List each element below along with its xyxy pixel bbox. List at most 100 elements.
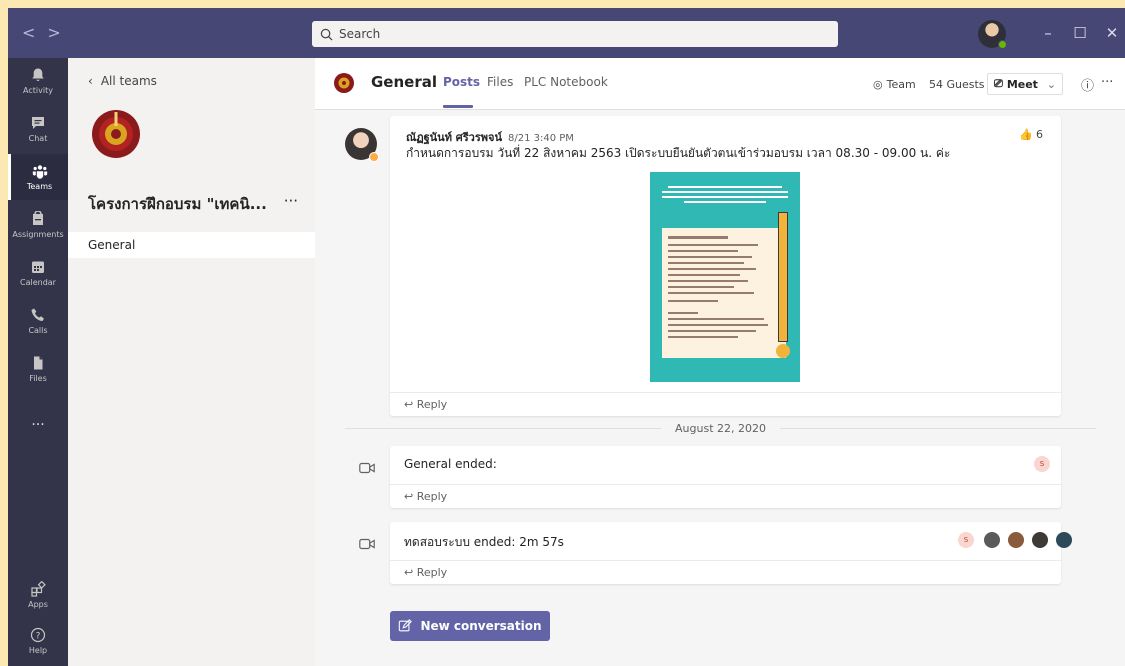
post-timestamp: 8/21 3:40 PM — [507, 133, 574, 144]
bell-icon — [32, 68, 44, 82]
search-icon — [320, 28, 333, 40]
all-teams-link[interactable]: ‹ All teams — [88, 74, 157, 88]
more-icon: ... — [31, 413, 45, 429]
team-name[interactable]: โครงการฝึกอบรม "เทคนิ... ··· — [88, 192, 298, 216]
team-more-icon[interactable]: ··· — [284, 192, 298, 216]
rail-item-calls[interactable]: Calls — [8, 298, 68, 344]
rail-item-files[interactable]: Files — [8, 346, 68, 392]
search-placeholder: Search — [339, 27, 381, 41]
tab-posts[interactable]: Posts — [443, 75, 480, 89]
channel-title: General — [371, 73, 437, 91]
post-author-avatar[interactable] — [345, 128, 379, 162]
file-icon — [34, 356, 43, 370]
rail-item-apps[interactable]: Apps — [8, 572, 68, 618]
apps-icon — [31, 581, 46, 597]
participant-avatar[interactable] — [1056, 532, 1072, 548]
thumbs-up-icon: 👍 — [1019, 128, 1033, 141]
reply-button[interactable]: ↩ Reply — [390, 484, 1061, 508]
reply-label: Reply — [416, 566, 448, 579]
minimize-icon[interactable]: – — [1038, 24, 1058, 42]
close-icon[interactable]: ✕ — [1102, 24, 1122, 42]
rail-label: Calls — [28, 326, 48, 335]
channel-logo — [334, 73, 354, 93]
rail-label: Activity — [23, 86, 53, 95]
poster-dot — [776, 344, 790, 358]
team-logo — [92, 110, 140, 158]
app-rail: Activity Chat Teams Assignments Calendar… — [8, 58, 68, 666]
reply-arrow-icon: ↩ — [404, 490, 414, 503]
rail-item-teams[interactable]: Teams — [8, 154, 68, 200]
poster-schedule — [662, 228, 786, 358]
reply-arrow-icon: ↩ — [404, 566, 414, 579]
participant-avatar[interactable] — [1008, 532, 1024, 548]
date-separator-label: August 22, 2020 — [675, 421, 766, 435]
rail-item-assignments[interactable]: Assignments — [8, 202, 68, 248]
chat-icon — [32, 117, 44, 129]
team-panel: ‹ All teams โครงการฝึกอบรม "เทคนิ... ···… — [68, 58, 315, 666]
rail-label: Chat — [28, 134, 48, 143]
tab-plc-notebook[interactable]: PLC Notebook — [524, 75, 608, 89]
all-teams-label: All teams — [100, 74, 157, 88]
reply-label: Reply — [416, 398, 448, 411]
svg-text:?: ? — [36, 632, 41, 642]
meet-button[interactable]: ⎚ Meet ⌄ — [987, 73, 1063, 95]
participant-avatar[interactable] — [1032, 532, 1048, 548]
team-button[interactable]: ◎ Team — [867, 73, 922, 95]
post-card: ณัฏฐนันท์ ศรีวรพจน์ 8/21 3:40 PM กำหนดการ… — [390, 116, 1061, 416]
attached-image[interactable] — [650, 172, 800, 382]
assignments-icon — [33, 211, 43, 225]
reply-button[interactable]: ↩ Reply — [390, 560, 1061, 584]
meeting-title: General ended: — [404, 457, 497, 471]
reply-button[interactable]: ↩ Reply — [390, 392, 1061, 416]
info-icon[interactable]: ⓘ — [1081, 75, 1094, 94]
calendar-icon — [32, 261, 44, 273]
eye-icon: ◎ — [873, 77, 883, 91]
active-tab-indicator — [443, 105, 473, 108]
rail-label: Files — [29, 374, 47, 383]
search-input[interactable]: Search — [312, 21, 838, 47]
new-conversation-button[interactable]: New conversation — [390, 611, 550, 641]
channel-main: General Posts Files PLC Notebook ◎ Team … — [315, 58, 1125, 666]
post-message: กำหนดการอบรม วันที่ 22 สิงหาคม 2563 เปิด… — [406, 146, 951, 160]
presence-available-icon — [998, 40, 1007, 49]
meeting-card-test: ทดสอบระบบ ended: 2m 57s S ↩ Reply — [390, 522, 1072, 584]
meet-label: Meet — [1006, 77, 1038, 91]
guests-button[interactable]: 54 Guests — [923, 73, 991, 95]
rail-item-chat[interactable]: Chat — [8, 106, 68, 152]
back-arrow-icon[interactable]: < — [22, 23, 47, 42]
channel-header: General Posts Files PLC Notebook ◎ Team … — [315, 58, 1125, 110]
rail-item-activity[interactable]: Activity — [8, 58, 68, 104]
like-reaction[interactable]: 👍 6 — [1019, 128, 1043, 141]
help-icon: ? — [30, 627, 46, 643]
participant-avatar[interactable] — [984, 532, 1000, 548]
user-avatar[interactable] — [978, 20, 1007, 49]
guests-label: 54 Guests — [929, 77, 985, 91]
channel-item-general[interactable]: General — [68, 232, 315, 258]
rail-label: Assignments — [12, 230, 64, 239]
reply-label: Reply — [416, 490, 448, 503]
meeting-camera-icon — [355, 532, 379, 556]
chevron-down-icon[interactable]: ⌄ — [1047, 78, 1056, 91]
more-options-icon[interactable]: ··· — [1101, 75, 1113, 90]
new-conversation-label: New conversation — [420, 619, 542, 633]
maximize-icon[interactable]: ☐ — [1070, 24, 1090, 42]
video-camera-icon: ⎚ — [994, 77, 1003, 90]
forward-arrow-icon[interactable]: > — [47, 23, 72, 42]
rail-item-help[interactable]: ? Help — [8, 618, 68, 664]
rail-item-more[interactable]: ... — [8, 398, 68, 444]
reply-arrow-icon: ↩ — [404, 398, 414, 411]
rail-item-calendar[interactable]: Calendar — [8, 250, 68, 296]
tab-files[interactable]: Files — [487, 75, 513, 89]
meeting-camera-icon — [355, 456, 379, 480]
participant-avatar[interactable]: S — [958, 532, 974, 548]
post-author[interactable]: ณัฏฐนันท์ ศรีวรพจน์ — [406, 131, 502, 144]
compose-icon — [399, 619, 413, 632]
history-nav[interactable]: <> — [22, 23, 73, 42]
channel-label: General — [88, 238, 136, 252]
participant-avatar[interactable]: S — [1034, 456, 1050, 472]
chevron-left-icon: ‹ — [88, 74, 93, 88]
rail-label: Teams — [26, 182, 53, 191]
team-button-label: Team — [886, 77, 916, 91]
rail-label: Apps — [28, 600, 48, 609]
title-bar: <> Search – ☐ ✕ — [8, 8, 1125, 58]
